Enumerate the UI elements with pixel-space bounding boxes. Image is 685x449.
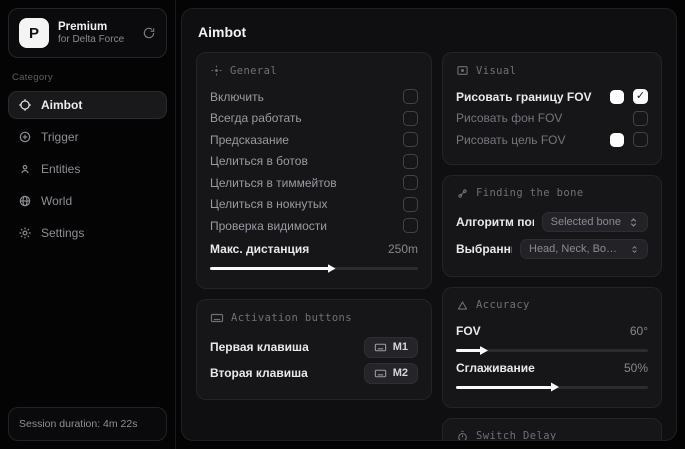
max-distance-slider[interactable] bbox=[210, 267, 418, 270]
category-label: Category bbox=[12, 72, 53, 83]
sidebar: P Premium for Delta Force Category Aimbo… bbox=[0, 0, 176, 449]
toggle-label: Проверка видимости bbox=[210, 218, 327, 233]
accuracy-card: Accuracy FOV 60° Сглаживание 50% bbox=[442, 286, 662, 408]
checkbox-draw-fov-background[interactable] bbox=[633, 110, 648, 126]
bone-card: Finding the bone Алгоритм поиска костей … bbox=[442, 174, 662, 277]
checkbox-always-work[interactable] bbox=[403, 110, 418, 126]
globe-icon bbox=[18, 194, 32, 208]
sidebar-item-label: Aimbot bbox=[41, 98, 83, 112]
visual-label: Рисовать цель FOV bbox=[456, 132, 566, 147]
section-title: Switch Delay bbox=[476, 430, 557, 441]
page-title: Aimbot bbox=[198, 24, 247, 40]
switch-delay-card: Switch Delay Задержка переключения Задер… bbox=[442, 417, 662, 441]
slider-label: Сглаживание bbox=[456, 360, 535, 375]
checkbox-enable[interactable] bbox=[403, 89, 418, 105]
fov-slider[interactable] bbox=[456, 349, 648, 352]
visual-card: Visual Рисовать границу FOV Рисовать фон… bbox=[442, 52, 662, 165]
color-swatch-fov-border[interactable] bbox=[610, 89, 624, 104]
slider-value: 60° bbox=[629, 324, 648, 339]
section-title: Accuracy bbox=[476, 299, 530, 311]
keybind-button-m2[interactable]: M2 bbox=[363, 362, 418, 384]
sidebar-item-aimbot[interactable]: Aimbot bbox=[8, 91, 167, 119]
brand-logo: P bbox=[19, 18, 49, 48]
sidebar-item-trigger[interactable]: Trigger bbox=[8, 123, 167, 151]
activation-card: Activation buttons Первая клавиша M1 Вто… bbox=[196, 299, 432, 400]
sidebar-item-label: World bbox=[41, 194, 73, 208]
color-swatch-fov-target[interactable] bbox=[610, 132, 624, 147]
toggle-label: Целиться в нокнутых bbox=[210, 197, 328, 212]
stopwatch-icon bbox=[456, 430, 469, 440]
crosshair-icon bbox=[18, 98, 32, 112]
reload-icon[interactable] bbox=[142, 26, 156, 40]
sidebar-item-world[interactable]: World bbox=[8, 187, 167, 215]
sidebar-item-label: Trigger bbox=[41, 130, 79, 144]
keybind-value: M1 bbox=[392, 341, 408, 353]
select-value: Selected bone bbox=[550, 216, 621, 228]
checkbox-draw-fov-target[interactable] bbox=[633, 132, 648, 148]
checkbox-aim-teammates[interactable] bbox=[403, 175, 418, 191]
brand-card: P Premium for Delta Force bbox=[8, 8, 167, 58]
bone-icon bbox=[456, 187, 469, 200]
keyboard-icon bbox=[210, 311, 224, 325]
unfold-icon bbox=[630, 217, 637, 227]
checkbox-draw-fov-border[interactable] bbox=[633, 89, 648, 105]
keybind-button-m1[interactable]: M1 bbox=[363, 336, 418, 358]
target-icon bbox=[210, 64, 223, 77]
toggle-label: Предсказание bbox=[210, 132, 289, 147]
brand-subtitle: for Delta Force bbox=[58, 33, 125, 45]
unfold-icon bbox=[632, 245, 637, 253]
checkbox-visibility-check[interactable] bbox=[403, 218, 418, 234]
slider-label: FOV bbox=[456, 324, 481, 339]
keybind-label: Первая клавиша bbox=[210, 340, 309, 354]
slider-label: Макс. дистанция bbox=[210, 242, 310, 257]
sidebar-item-label: Entities bbox=[41, 162, 81, 176]
main-panel: Aimbot General Включить Всегда работать … bbox=[181, 8, 677, 441]
smoothing-slider[interactable] bbox=[456, 385, 648, 389]
sidebar-item-entities[interactable]: Entities bbox=[8, 155, 167, 183]
checkbox-aim-knocked[interactable] bbox=[403, 196, 418, 212]
toggle-label: Целиться в ботов bbox=[210, 154, 308, 169]
section-title: Visual bbox=[476, 64, 517, 77]
checkbox-prediction[interactable] bbox=[403, 132, 418, 148]
bone-algorithm-select[interactable]: Selected bone bbox=[541, 212, 648, 232]
gear-icon bbox=[18, 226, 32, 240]
visual-label: Рисовать границу FOV bbox=[456, 89, 592, 104]
session-duration: Session duration: 4m 22s bbox=[8, 407, 167, 441]
toggle-label: Целиться в тиммейтов bbox=[210, 175, 337, 190]
slider-value: 250m bbox=[387, 242, 418, 257]
keybind-label: Вторая клавиша bbox=[210, 366, 308, 380]
visual-label: Рисовать фон FOV bbox=[456, 111, 563, 126]
section-title: Finding the bone bbox=[476, 187, 584, 199]
checkbox-aim-bots[interactable] bbox=[403, 153, 418, 169]
slider-value: 50% bbox=[623, 360, 648, 375]
triangle-icon bbox=[456, 299, 469, 312]
trigger-crosshair-icon bbox=[18, 130, 32, 144]
frame-icon bbox=[456, 64, 469, 77]
section-title: Activation buttons bbox=[231, 312, 352, 324]
keybind-value: M2 bbox=[392, 367, 408, 379]
select-label: Алгоритм поиска костей bbox=[456, 215, 534, 229]
category-nav: Aimbot Trigger Entities World Settings bbox=[8, 91, 167, 247]
person-scan-icon bbox=[18, 162, 32, 176]
selected-bones-select[interactable]: Head, Neck, Body, Pe.. bbox=[520, 239, 648, 259]
select-label: Выбранные кости bbox=[456, 242, 512, 256]
sidebar-item-settings[interactable]: Settings bbox=[8, 219, 167, 247]
sidebar-item-label: Settings bbox=[41, 226, 85, 240]
toggle-label: Включить bbox=[210, 89, 264, 104]
general-card: General Включить Всегда работать Предска… bbox=[196, 52, 432, 289]
select-value: Head, Neck, Body, Pe.. bbox=[529, 243, 623, 255]
toggle-label: Всегда работать bbox=[210, 111, 302, 126]
section-title: General bbox=[230, 64, 278, 77]
brand-title: Premium bbox=[58, 20, 108, 33]
